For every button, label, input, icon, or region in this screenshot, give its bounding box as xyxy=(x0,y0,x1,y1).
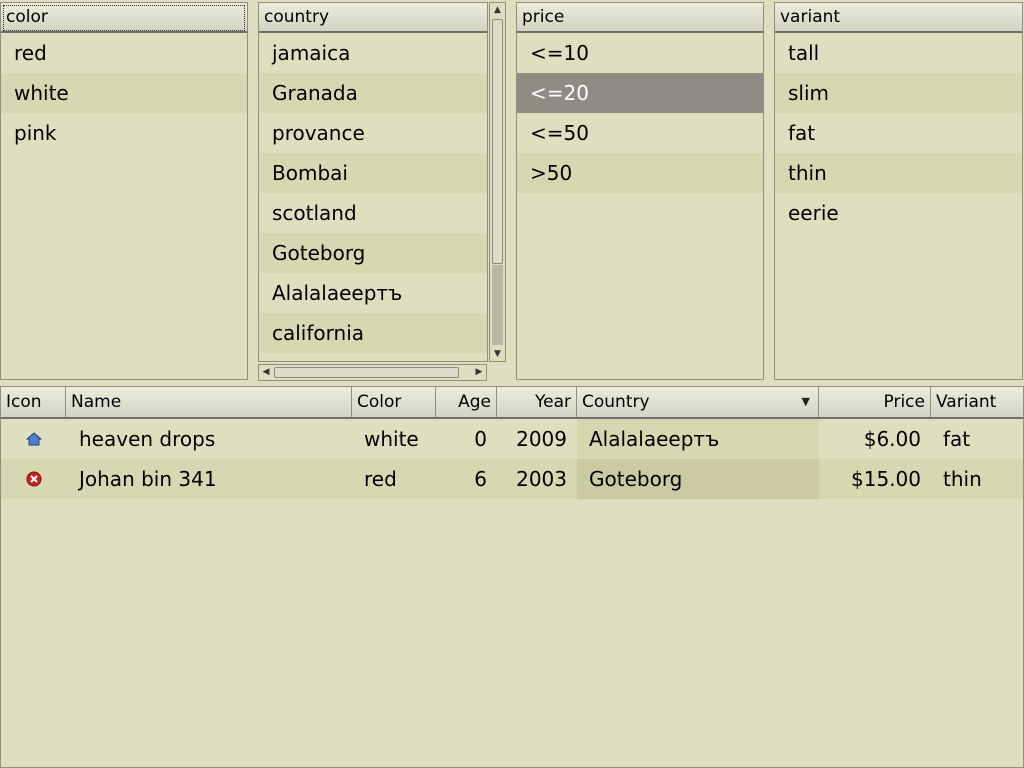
cell-price: $15.00 xyxy=(851,467,921,491)
list-item[interactable]: scotland xyxy=(259,193,487,233)
column-header-year[interactable]: Year xyxy=(497,387,577,417)
home-icon xyxy=(1,419,66,459)
list-item[interactable]: Goteborg xyxy=(259,233,487,273)
scroll-left-icon[interactable]: ◀ xyxy=(259,365,273,380)
list-item[interactable]: red xyxy=(1,33,247,73)
scroll-right-icon[interactable]: ▶ xyxy=(472,365,486,380)
cell-year: 2003 xyxy=(516,467,567,491)
scrollbar-track[interactable] xyxy=(492,265,503,345)
table-header: Icon Name Color Age Year Country ▼ Price… xyxy=(1,387,1023,419)
cell-variant: fat xyxy=(943,427,971,451)
cell-color: white xyxy=(364,427,419,451)
list-item[interactable]: california xyxy=(259,313,487,353)
column-header-name[interactable]: Name xyxy=(66,387,352,417)
color-filter-header[interactable]: color xyxy=(1,3,247,33)
list-item[interactable]: Bombai xyxy=(259,153,487,193)
cell-name: Johan bin 341 xyxy=(79,467,217,491)
column-header-country-label: Country xyxy=(582,392,650,412)
list-item[interactable]: <=10 xyxy=(517,33,763,73)
table-row[interactable]: heaven drops white 0 2009 Alalalaeертъ $… xyxy=(1,419,1023,459)
list-item[interactable]: tall xyxy=(775,33,1022,73)
scroll-down-icon[interactable]: ▼ xyxy=(490,347,505,361)
column-header-icon[interactable]: Icon xyxy=(1,387,66,417)
list-item[interactable]: eerie xyxy=(775,193,1022,233)
list-item[interactable]: jamaica xyxy=(259,33,487,73)
country-filter-list[interactable]: country jamaica Granada provance Bombai … xyxy=(258,2,488,362)
cell-name: heaven drops xyxy=(79,427,216,451)
results-table[interactable]: Icon Name Color Age Year Country ▼ Price… xyxy=(0,386,1024,768)
cell-year: 2009 xyxy=(516,427,567,451)
error-icon xyxy=(1,459,66,499)
sort-descending-icon: ▼ xyxy=(801,395,810,408)
list-item-selected[interactable]: <=20 xyxy=(517,73,763,113)
list-item[interactable]: provance xyxy=(259,113,487,153)
list-item[interactable]: fat xyxy=(775,113,1022,153)
color-filter-list[interactable]: color red white pink xyxy=(0,2,248,380)
list-item[interactable]: slim xyxy=(775,73,1022,113)
column-header-age[interactable]: Age xyxy=(436,387,497,417)
list-item[interactable]: Alalalaeертъ xyxy=(259,273,487,313)
cell-country: Goteborg xyxy=(577,459,819,499)
variant-filter-header[interactable]: variant xyxy=(775,3,1022,33)
list-item[interactable]: thin xyxy=(775,153,1022,193)
list-item[interactable]: Granada xyxy=(259,73,487,113)
column-header-color[interactable]: Color xyxy=(352,387,436,417)
cell-variant: thin xyxy=(943,467,982,491)
table-row[interactable]: Johan bin 341 red 6 2003 Goteborg $15.00… xyxy=(1,459,1023,499)
scrollbar-thumb[interactable] xyxy=(492,19,503,264)
column-header-price[interactable]: Price xyxy=(819,387,931,417)
cell-age: 0 xyxy=(474,427,487,451)
country-horizontal-scrollbar[interactable]: ◀ ▶ xyxy=(258,364,487,381)
country-vertical-scrollbar[interactable]: ▲ ▼ xyxy=(489,2,506,362)
price-filter-list[interactable]: price <=10 <=20 <=50 >50 xyxy=(516,2,764,380)
cell-price: $6.00 xyxy=(863,427,921,451)
cell-color: red xyxy=(364,467,397,491)
cell-country: Alalalaeертъ xyxy=(577,419,819,459)
cell-age: 6 xyxy=(474,467,487,491)
price-filter-header[interactable]: price xyxy=(517,3,763,33)
list-item[interactable]: >50 xyxy=(517,153,763,193)
scrollbar-thumb[interactable] xyxy=(274,367,459,378)
variant-filter-list[interactable]: variant tall slim fat thin eerie xyxy=(774,2,1023,380)
column-header-country[interactable]: Country ▼ xyxy=(577,387,819,417)
list-item[interactable]: white xyxy=(1,73,247,113)
scroll-up-icon[interactable]: ▲ xyxy=(490,3,505,17)
list-item[interactable]: <=50 xyxy=(517,113,763,153)
column-header-variant[interactable]: Variant xyxy=(931,387,1023,417)
country-filter-header[interactable]: country xyxy=(259,3,487,33)
list-item[interactable]: pink xyxy=(1,113,247,153)
